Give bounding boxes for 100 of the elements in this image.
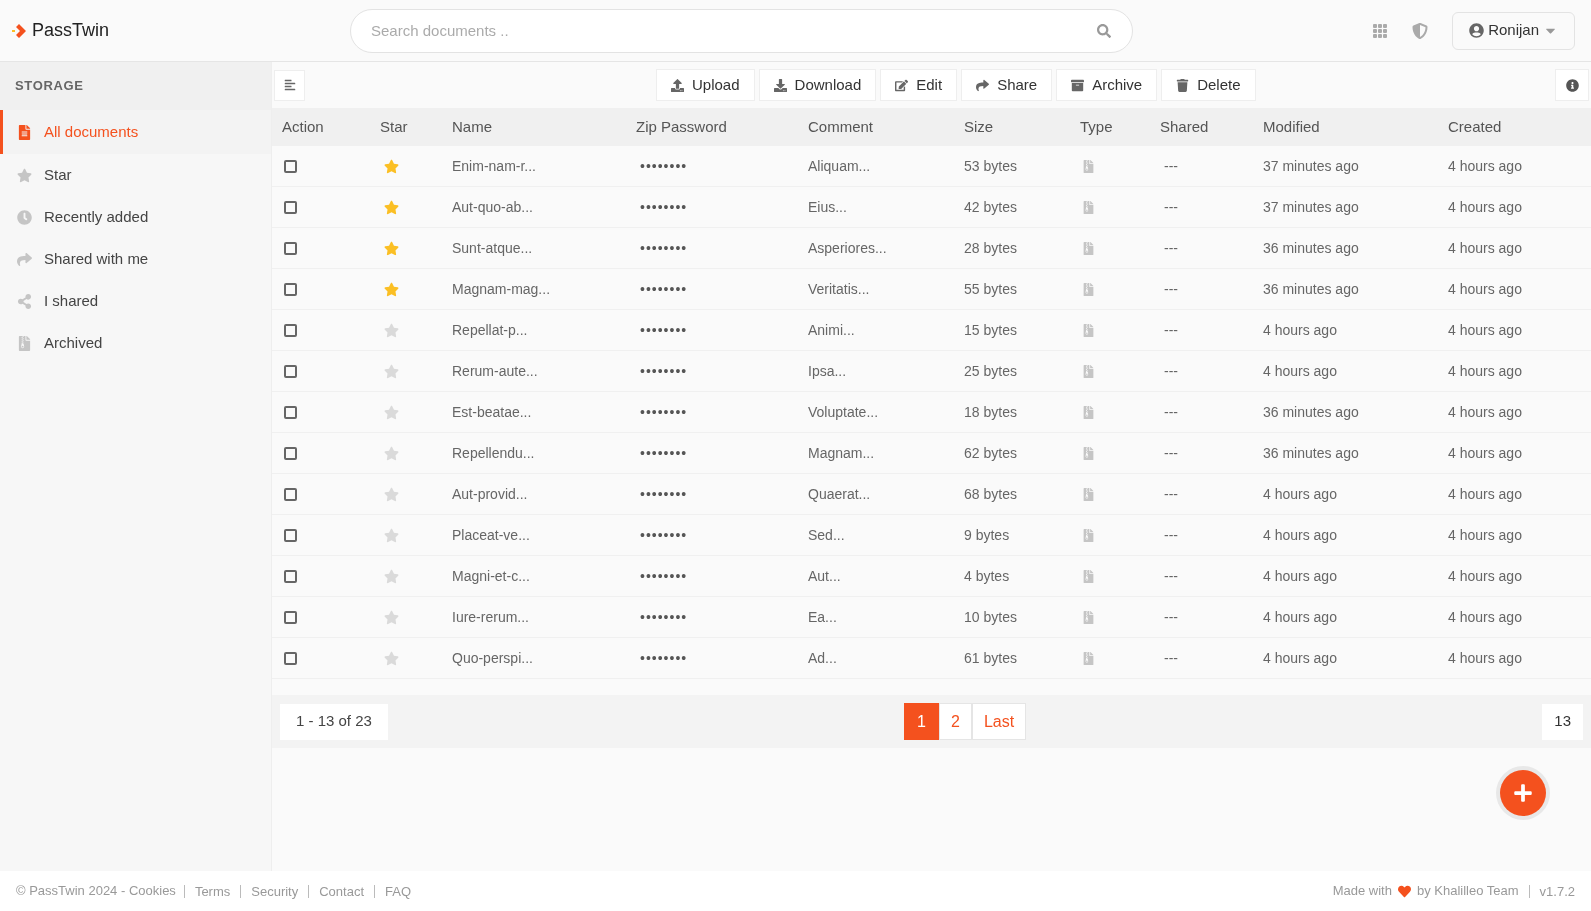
row-checkbox[interactable] <box>284 323 297 337</box>
file-name[interactable]: Quo-perspi... <box>442 647 626 669</box>
zip-file-icon <box>17 335 32 351</box>
file-name[interactable]: Magnam-mag... <box>442 278 626 300</box>
star-icon[interactable] <box>384 281 399 297</box>
zip-file-icon <box>1082 610 1095 624</box>
column-header: Size <box>963 116 995 137</box>
shield-icon[interactable] <box>1412 22 1429 39</box>
toolbar-button[interactable]: Download <box>758 69 877 101</box>
file-name[interactable]: Enim-nam-r... <box>442 155 626 177</box>
star-icon[interactable] <box>384 199 399 215</box>
shared-value: --- <box>1163 402 1179 422</box>
footer-link[interactable]: Contact <box>308 884 375 898</box>
row-checkbox[interactable] <box>284 364 297 378</box>
page-button[interactable]: 1 <box>904 703 939 740</box>
star-icon[interactable] <box>384 527 399 543</box>
modified-time: 4 hours ago <box>1262 566 1338 586</box>
star-icon[interactable] <box>384 322 399 338</box>
info-button[interactable] <box>1555 69 1589 101</box>
row-checkbox[interactable] <box>284 569 297 583</box>
file-name[interactable]: Iure-rerum... <box>442 606 626 628</box>
apps-grid-icon[interactable] <box>1372 22 1389 39</box>
row-checkbox[interactable] <box>284 159 297 173</box>
file-size: 15 bytes <box>963 320 1018 340</box>
toolbar-button[interactable]: Archive <box>1056 69 1158 101</box>
toolbar-button[interactable]: Edit <box>880 69 958 101</box>
sidebar-item[interactable]: All documents <box>0 110 271 154</box>
row-checkbox[interactable] <box>284 528 297 542</box>
toolbar-button[interactable]: Share <box>961 69 1053 101</box>
clock-icon <box>17 209 32 225</box>
footer-link[interactable]: Security <box>240 884 309 898</box>
masked-password: •••••••• <box>639 607 689 627</box>
row-checkbox[interactable] <box>284 405 297 419</box>
modified-time: 36 minutes ago <box>1262 402 1360 422</box>
created-time: 4 hours ago <box>1447 320 1523 340</box>
sidebar-item[interactable]: Archived <box>0 322 271 364</box>
sidebar-item[interactable]: I shared <box>0 280 271 322</box>
row-checkbox[interactable] <box>284 487 297 501</box>
row-checkbox[interactable] <box>284 610 297 624</box>
footer-link[interactable]: FAQ <box>374 884 422 898</box>
row-checkbox[interactable] <box>284 651 297 665</box>
star-icon[interactable] <box>384 445 399 461</box>
file-name[interactable]: Repellat-p... <box>442 319 626 341</box>
row-checkbox[interactable] <box>284 282 297 296</box>
shared-value: --- <box>1163 279 1179 299</box>
page-button[interactable]: Last <box>971 703 1027 740</box>
zip-file-icon <box>1082 282 1095 296</box>
zip-file-icon <box>1082 323 1095 337</box>
row-checkbox[interactable] <box>284 200 297 214</box>
comment-text: Ipsa... <box>807 361 848 381</box>
star-icon[interactable] <box>384 404 399 420</box>
star-icon[interactable] <box>384 650 399 666</box>
page-button[interactable]: 2 <box>938 703 972 740</box>
share-arrow-icon <box>17 251 32 267</box>
per-page-value[interactable]: 13 <box>1542 703 1583 740</box>
column-header: Type <box>1079 116 1114 137</box>
toolbar-button[interactable]: Upload <box>656 69 755 101</box>
file-name[interactable]: Aut-quo-ab... <box>442 196 626 218</box>
shared-value: --- <box>1163 525 1179 545</box>
file-name[interactable]: Est-beatae... <box>442 401 626 423</box>
search-icon[interactable] <box>1097 23 1111 38</box>
star-icon[interactable] <box>384 486 399 502</box>
user-menu-button[interactable]: Ronijan <box>1452 11 1575 50</box>
star-icon[interactable] <box>384 240 399 256</box>
comment-text: Ad... <box>807 648 838 668</box>
column-header: Action <box>281 116 325 137</box>
masked-password: •••••••• <box>639 156 689 176</box>
file-name[interactable]: Repellendu... <box>442 442 626 464</box>
star-icon[interactable] <box>384 568 399 584</box>
star-icon[interactable] <box>384 158 399 174</box>
star-icon[interactable] <box>384 609 399 625</box>
search-field[interactable]: Search documents .. <box>350 8 1133 53</box>
menu-toggle-button[interactable] <box>274 69 305 101</box>
file-name[interactable]: Placeat-ve... <box>442 524 626 546</box>
masked-password: •••••••• <box>639 238 689 258</box>
file-name[interactable]: Magni-et-c... <box>442 565 626 587</box>
row-checkbox[interactable] <box>284 241 297 255</box>
comment-text: Eius... <box>807 197 848 217</box>
zip-file-icon <box>1082 528 1095 542</box>
created-time: 4 hours ago <box>1447 443 1523 463</box>
file-name[interactable]: Rerum-aute... <box>442 360 626 382</box>
add-button[interactable] <box>1500 770 1546 816</box>
file-size: 18 bytes <box>963 402 1018 422</box>
masked-password: •••••••• <box>639 279 689 299</box>
toolbar-button[interactable]: Delete <box>1161 69 1256 101</box>
shared-value: --- <box>1163 320 1179 340</box>
edit-icon <box>895 78 909 92</box>
sidebar-item[interactable]: Recently added <box>0 196 271 238</box>
sidebar-item[interactable]: Shared with me <box>0 238 271 280</box>
file-name[interactable]: Sunt-atque... <box>442 237 626 259</box>
file-size: 28 bytes <box>963 238 1018 258</box>
sidebar-heading: STORAGE <box>0 62 271 110</box>
row-checkbox[interactable] <box>284 446 297 460</box>
file-name[interactable]: Aut-provid... <box>442 483 626 505</box>
sidebar-item[interactable]: Star <box>0 154 271 196</box>
masked-password: •••••••• <box>639 197 689 217</box>
star-icon[interactable] <box>384 363 399 379</box>
shared-value: --- <box>1163 648 1179 668</box>
upload-icon <box>671 78 684 92</box>
modified-time: 37 minutes ago <box>1262 156 1360 176</box>
